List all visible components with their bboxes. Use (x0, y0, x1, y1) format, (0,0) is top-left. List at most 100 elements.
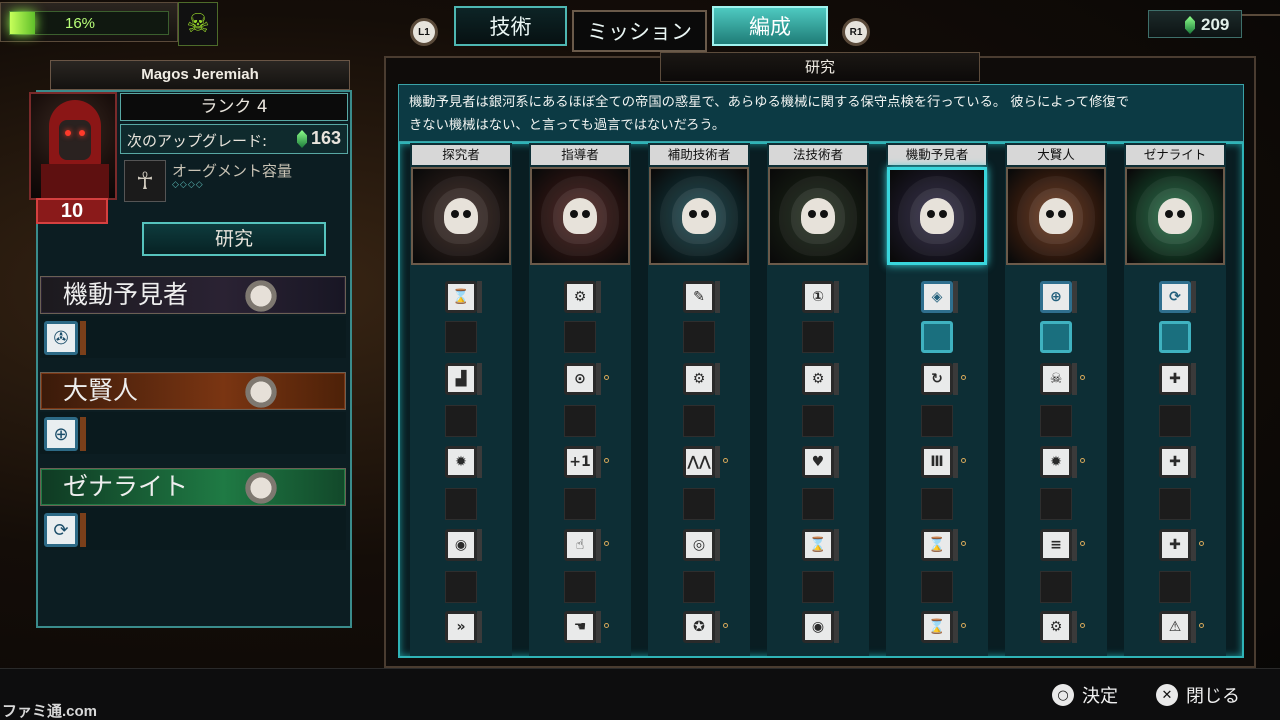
upgrade-dot-icon (723, 458, 728, 463)
portrait-eye (65, 130, 71, 136)
skill-node-tab (953, 611, 958, 643)
skill-node-icon[interactable] (1159, 321, 1191, 353)
skill-node-icon[interactable]: ⊕ (1040, 281, 1072, 313)
skill-node-tab (715, 446, 720, 478)
skill-node-icon[interactable]: ⚙ (683, 363, 715, 395)
skill-node-icon[interactable]: ↻ (921, 363, 953, 395)
upgrade-dot-icon (604, 541, 609, 546)
skill-node-icon[interactable] (921, 321, 953, 353)
empty-skill-slot (445, 488, 477, 520)
upgrade-dot-icon (961, 375, 966, 380)
skill-node-tab (596, 529, 601, 561)
class-emblem[interactable] (411, 167, 511, 265)
skill-node-icon[interactable]: ⌛ (802, 529, 834, 561)
skill-node-icon[interactable]: ◎ (683, 529, 715, 561)
gems-value: 209 (1201, 15, 1230, 34)
skill-node-icon[interactable]: ⊙ (564, 363, 596, 395)
skill-node-icon[interactable]: ✎ (683, 281, 715, 313)
skill-node-icon[interactable]: » (445, 611, 477, 643)
skill-node-icon[interactable]: ☠ (1040, 363, 1072, 395)
skill-node-icon[interactable]: ⚠ (1159, 611, 1191, 643)
skull-emblem-icon (920, 198, 954, 234)
skill-node-icon[interactable]: ⋀⋀ (683, 446, 715, 478)
skull-emblem-icon (563, 198, 597, 234)
class-emblem[interactable] (1006, 167, 1106, 265)
skill-node-icon[interactable]: ✪ (683, 611, 715, 643)
skill-node-icon[interactable]: ▟ (445, 363, 477, 395)
skill-node-tab (834, 446, 839, 478)
skill-node-icon[interactable]: ◉ (445, 529, 477, 561)
skill-node-icon[interactable]: ✚ (1159, 446, 1191, 478)
empty-skill-slot (683, 571, 715, 603)
skill-tab (80, 321, 86, 355)
decide-label: 決定 (1082, 686, 1118, 707)
skill-node-icon[interactable]: ☚ (564, 611, 596, 643)
skull-emblem-icon (682, 198, 716, 234)
skill-node-icon[interactable]: ♥ (802, 446, 834, 478)
empty-skill-slot (445, 321, 477, 353)
skill-node-icon[interactable]: ✹ (1040, 446, 1072, 478)
l1-button[interactable]: L1 (410, 18, 438, 46)
spec-name: 大賢人 (63, 376, 139, 405)
skull-emblem-icon (231, 375, 291, 409)
empty-skill-slot (802, 321, 834, 353)
upgrade-dot-icon (604, 458, 609, 463)
skill-node-icon[interactable]: ⌛ (921, 611, 953, 643)
skill-node-tab (477, 281, 482, 313)
class-emblem[interactable] (530, 167, 630, 265)
skill-node-icon[interactable]: ☝ (564, 529, 596, 561)
crosshair-gear-icon[interactable]: ⊕ (44, 417, 78, 451)
portrait-body (41, 164, 109, 198)
r1-button[interactable]: R1 (842, 18, 870, 46)
skill-node-icon[interactable]: ⚙ (564, 281, 596, 313)
class-emblem[interactable] (768, 167, 868, 265)
tab-mission[interactable]: ミッション (572, 10, 707, 52)
skill-node-tab (834, 529, 839, 561)
skill-node-icon[interactable]: ⚙ (1040, 611, 1072, 643)
skill-node-icon[interactable]: +1 (564, 446, 596, 478)
rank-label: ランク 4 (120, 93, 348, 121)
watermark: ファミ通.com (2, 703, 98, 720)
skill-node-icon[interactable]: ⚙ (802, 363, 834, 395)
frame-decoration (1242, 0, 1280, 16)
droplet-gear-icon[interactable]: ✇ (44, 321, 78, 355)
skill-node-tab (1191, 363, 1196, 395)
upgrade-dot-icon (961, 541, 966, 546)
class-emblem[interactable] (649, 167, 749, 265)
skill-node-icon[interactable]: ◈ (921, 281, 953, 313)
skill-node-icon[interactable]: ≡ (1040, 529, 1072, 561)
spec-banner-2[interactable]: 大賢人 (40, 372, 346, 410)
spec-banner-1[interactable]: 機動予見者 (40, 276, 346, 314)
skill-node-icon[interactable]: ✹ (445, 446, 477, 478)
empty-skill-slot (802, 488, 834, 520)
skill-node-icon[interactable] (1040, 321, 1072, 353)
portrait-face (59, 120, 91, 160)
energy-percent: 16% (65, 15, 96, 32)
tab-formation[interactable]: 編成 (712, 6, 828, 46)
portrait-eye (79, 130, 85, 136)
research-button[interactable]: 研究 (142, 222, 326, 256)
class-emblem[interactable] (887, 167, 987, 265)
close-prompt[interactable]: ✕ 閉じる (1156, 682, 1240, 708)
tab-tech[interactable]: 技術 (454, 6, 567, 46)
skull-emblem-icon (801, 198, 835, 234)
skill-node-icon[interactable]: ① (802, 281, 834, 313)
empty-skill-slot (1159, 571, 1191, 603)
skill-node-icon[interactable]: ✚ (1159, 363, 1191, 395)
skill-node-tab (1072, 363, 1077, 395)
rotate-gear-icon[interactable]: ⟳ (44, 513, 78, 547)
spec-banner-3[interactable]: ゼナライト (40, 468, 346, 506)
skill-node-icon[interactable]: ✚ (1159, 529, 1191, 561)
skill-node-icon[interactable]: ⌛ (921, 529, 953, 561)
upgrade-label: 次のアップグレード: (127, 132, 268, 150)
research-description: 機動予見者は銀河系にあるほぼ全ての帝国の惑星で、あらゆる機械に関する保守点検を行… (398, 84, 1244, 142)
green-gem-icon (1185, 16, 1195, 34)
skill-node-icon[interactable]: ⌛ (445, 281, 477, 313)
next-upgrade: 次のアップグレード: 163 (120, 124, 348, 154)
skill-node-tab (715, 281, 720, 313)
skill-node-icon[interactable]: ◉ (802, 611, 834, 643)
skill-node-icon[interactable]: Ⅲ (921, 446, 953, 478)
decide-prompt[interactable]: ○ 決定 (1052, 682, 1118, 708)
skill-node-icon[interactable]: ⟳ (1159, 281, 1191, 313)
class-emblem[interactable] (1125, 167, 1225, 265)
